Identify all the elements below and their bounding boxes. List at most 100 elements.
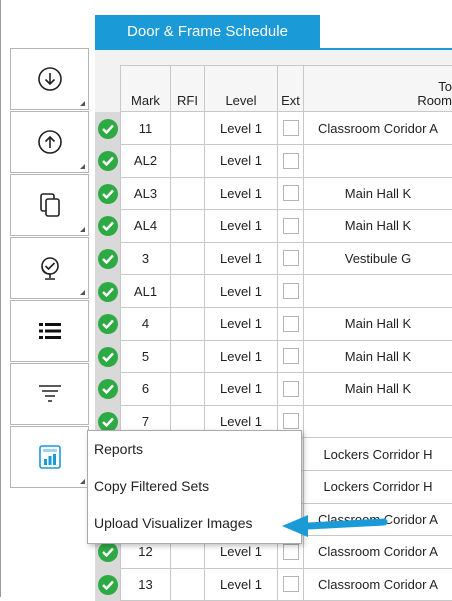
table-row[interactable]: AL2 Level 1 [95,144,452,178]
ext-checkbox[interactable] [282,185,299,202]
ext-checkbox[interactable] [282,250,299,267]
cell-to-room[interactable]: Main Hall K [303,340,452,374]
cell-rfi[interactable] [170,568,204,601]
ext-checkbox[interactable] [282,543,299,560]
ext-checkbox[interactable] [282,315,299,332]
copy-button[interactable] [10,174,89,236]
table-row[interactable]: AL4 Level 1 Main Hall K [95,209,452,243]
cell-rfi[interactable] [170,209,204,243]
table-row[interactable]: 11 Level 1 Classroom Coridor A [95,112,452,145]
upload-circle-icon [37,130,62,154]
table-row[interactable]: 5 Level 1 Main Hall K [95,340,452,374]
cell-rfi[interactable] [170,144,204,178]
cell-ext[interactable] [277,275,303,308]
header-mark[interactable]: Mark [120,65,170,112]
cell-mark[interactable]: 11 [120,112,170,145]
cell-ext[interactable] [277,568,303,601]
upload-button[interactable] [10,111,89,173]
filter-button[interactable] [10,363,89,425]
header-to-room[interactable]: To Room [303,65,452,112]
check-icon [97,151,118,172]
cell-level[interactable]: Level 1 [204,242,277,276]
cell-mark[interactable]: AL4 [120,209,170,243]
tab-door-frame-schedule[interactable]: Door & Frame Schedule [95,15,320,48]
cell-to-room[interactable]: Classroom Coridor A [303,112,452,145]
cell-mark[interactable]: 6 [120,372,170,406]
cell-to-room[interactable] [303,275,452,308]
list-button[interactable] [10,300,89,362]
cell-mark[interactable]: 4 [120,307,170,341]
cell-level[interactable]: Level 1 [204,209,277,243]
cell-level[interactable]: Level 1 [204,177,277,211]
menu-item-upload-visualizer-images[interactable]: Upload Visualizer Images [94,515,253,531]
cell-mark[interactable]: 5 [120,340,170,374]
cell-mark[interactable]: AL1 [120,275,170,308]
cell-level[interactable]: Level 1 [204,340,277,374]
cell-rfi[interactable] [170,372,204,406]
table-row[interactable]: 6 Level 1 Main Hall K [95,372,452,406]
cell-to-room[interactable]: Main Hall K [303,372,452,406]
menu-item-reports[interactable]: Reports [94,441,143,457]
cell-rfi[interactable] [170,242,204,276]
cell-rfi[interactable] [170,307,204,341]
cell-to-room[interactable]: Lockers Corridor H [303,438,452,471]
table-row[interactable]: 3 Level 1 Vestibule G [95,242,452,276]
cell-rfi[interactable] [170,177,204,211]
cell-to-room[interactable]: Classroom Coridor A [303,535,452,569]
cell-to-room[interactable]: Main Hall K [303,209,452,243]
cell-to-room[interactable] [303,144,452,178]
ext-checkbox[interactable] [282,380,299,397]
header-rfi[interactable]: RFI [170,65,204,112]
cell-mark[interactable]: 3 [120,242,170,276]
cell-mark[interactable]: AL3 [120,177,170,211]
cell-to-room[interactable]: Lockers Corridor H [303,470,452,504]
cell-mark[interactable]: 13 [120,568,170,601]
check-icon [97,281,118,302]
ext-checkbox[interactable] [282,120,299,136]
corner-marker [80,290,85,295]
table-row[interactable]: 4 Level 1 Main Hall K [95,307,452,341]
ext-checkbox[interactable] [282,413,299,430]
cell-ext[interactable] [277,209,303,243]
table-row[interactable]: 13 Level 1 Classroom Coridor A [95,568,452,601]
ext-checkbox[interactable] [282,348,299,365]
globe-check-button[interactable] [10,237,89,299]
header-level[interactable]: Level [204,65,277,112]
ext-checkbox[interactable] [282,152,299,169]
cell-level[interactable]: Level 1 [204,568,277,601]
cell-to-room[interactable]: Vestibule G [303,242,452,276]
cell-to-room[interactable]: Main Hall K [303,177,452,211]
cell-level[interactable]: Level 1 [204,112,277,145]
menu-item-copy-filtered-sets[interactable]: Copy Filtered Sets [94,478,209,494]
cell-to-room[interactable]: Main Hall K [303,307,452,341]
ext-checkbox[interactable] [282,283,299,299]
row-status [95,209,120,243]
cell-ext[interactable] [277,242,303,276]
cell-level[interactable]: Level 1 [204,307,277,341]
cell-ext[interactable] [277,112,303,145]
cell-rfi[interactable] [170,112,204,145]
row-status [95,112,120,145]
cell-ext[interactable] [277,144,303,178]
cell-rfi[interactable] [170,340,204,374]
cell-level[interactable]: Level 1 [204,372,277,406]
table-row[interactable]: AL3 Level 1 Main Hall K [95,177,452,211]
cell-level[interactable]: Level 1 [204,144,277,178]
cell-ext[interactable] [277,340,303,374]
cell-rfi[interactable] [170,275,204,308]
ext-checkbox[interactable] [282,576,299,593]
cell-ext[interactable] [277,372,303,406]
table-row[interactable]: AL1 Level 1 [95,275,452,308]
reports-button[interactable] [10,426,89,488]
cell-to-room[interactable] [303,405,452,439]
header-ext[interactable]: Ext [277,65,303,112]
cell-level[interactable]: Level 1 [204,275,277,308]
download-button[interactable] [10,48,89,110]
cell-ext[interactable] [277,177,303,211]
cell-to-room[interactable]: Classroom Coridor A [303,568,452,601]
filter-icon [38,385,61,402]
cell-ext[interactable] [277,307,303,341]
cell-mark[interactable]: AL2 [120,144,170,178]
ext-checkbox[interactable] [282,217,299,234]
check-icon [97,183,118,204]
